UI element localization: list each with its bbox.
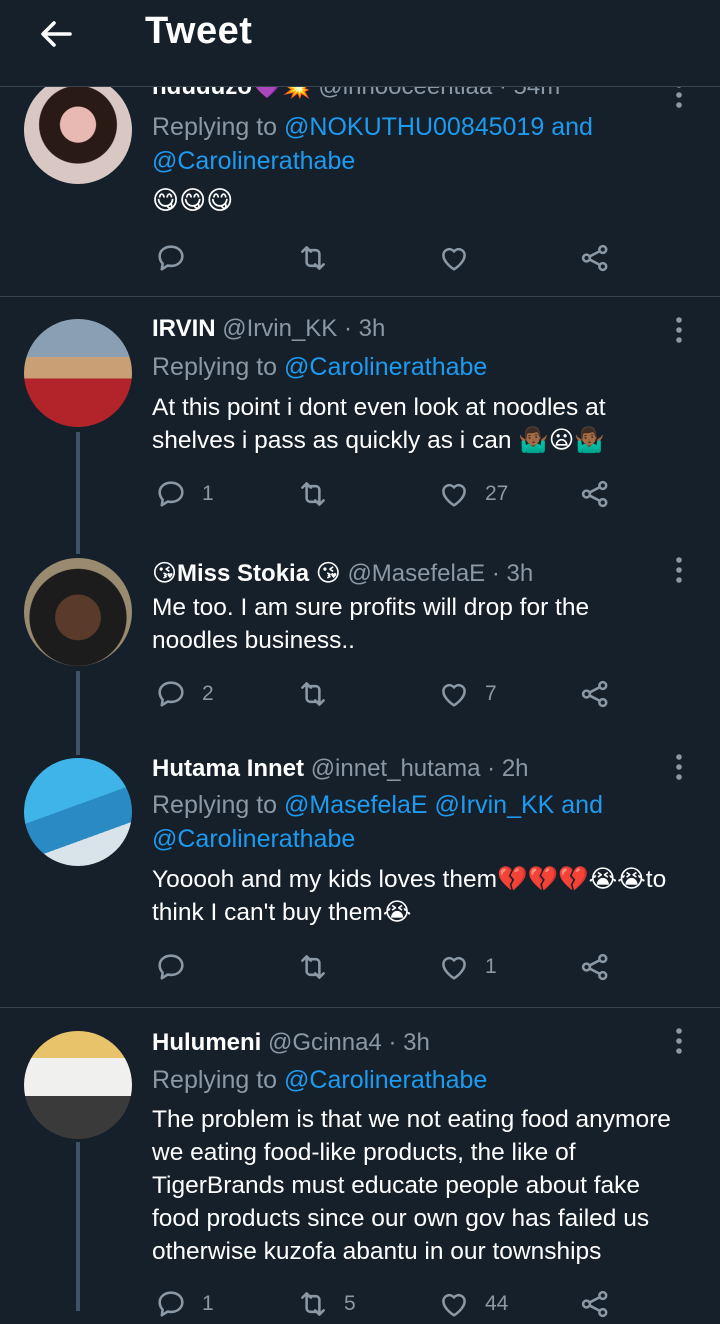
retweet-icon (296, 477, 330, 511)
mention-link[interactable]: @Carolinerathabe (152, 147, 355, 175)
replying-to: Replying to @MasefelaE @Irvin_KK and @Ca… (152, 791, 603, 853)
mention-link[interactable]: @MasefelaE @Irvin_KK and (284, 791, 603, 819)
like-button[interactable]: 44 (437, 1284, 508, 1324)
like-button[interactable] (437, 238, 485, 278)
author-name[interactable]: Hutama Innet (152, 755, 304, 782)
like-icon (437, 950, 471, 984)
retweet-icon (296, 950, 330, 984)
tweet-text: 😋😋😋 (152, 185, 234, 215)
tweet-1[interactable]: IRVIN @Irvin_KK · 3h Replying to @Caroli… (0, 297, 720, 537)
tweet-text: At this point i dont even look at noodle… (152, 394, 606, 454)
tweet-3[interactable]: Hutama Innet @innet_hutama · 2h Replying… (0, 737, 720, 1007)
tweet-text: Yooooh and my kids loves them💔💔💔😭😭to thi… (152, 866, 667, 926)
share-button[interactable] (578, 1284, 612, 1324)
retweet-button[interactable] (296, 238, 344, 278)
mention-link[interactable]: @Carolinerathabe (284, 1066, 487, 1094)
share-icon (578, 950, 612, 984)
page-title: Tweet (145, 10, 253, 52)
mention-link[interactable]: @Carolinerathabe (152, 825, 355, 853)
avatar[interactable] (24, 1031, 132, 1139)
more-icon[interactable] (671, 555, 687, 585)
avatar[interactable] (24, 758, 132, 866)
reply-button[interactable] (154, 947, 202, 987)
tweet-text: Me too. I am sure profits will drop for … (152, 594, 590, 654)
replying-to: Replying to @NOKUTHU00845019 and @Caroli… (152, 113, 593, 175)
like-icon (437, 1287, 471, 1321)
share-button[interactable] (578, 674, 612, 714)
tweet-text: The problem is that we not eating food a… (152, 1106, 671, 1265)
tweet-actions: 1 27 (152, 474, 622, 514)
author-handle[interactable]: @innet_hutama · 2h (311, 755, 529, 782)
like-icon (437, 677, 471, 711)
retweet-button[interactable] (296, 474, 344, 514)
tweet-4[interactable]: Hulumeni @Gcinna4 · 3h Replying to @Caro… (0, 1008, 720, 1311)
retweet-button[interactable] (296, 674, 344, 714)
share-icon (578, 477, 612, 511)
retweet-icon (296, 241, 330, 275)
tweet-actions: 1 (152, 947, 622, 987)
author-handle[interactable]: @Gcinna4 · 3h (268, 1029, 430, 1056)
tweet-actions (152, 238, 622, 278)
share-icon (578, 677, 612, 711)
like-icon (437, 477, 471, 511)
tweet-2[interactable]: 😘Miss Stokia 😘 @MasefelaE · 3h Me too. I… (0, 537, 720, 737)
back-arrow-icon[interactable] (36, 14, 76, 54)
reply-button[interactable] (154, 238, 202, 278)
share-button[interactable] (578, 947, 612, 987)
author-name[interactable]: Hulumeni (152, 1029, 261, 1056)
like-button[interactable]: 1 (437, 947, 497, 987)
like-button[interactable]: 7 (437, 674, 497, 714)
avatar[interactable] (24, 76, 132, 184)
more-icon[interactable] (671, 315, 687, 345)
author-handle[interactable]: @Irvin_KK · 3h (222, 315, 385, 342)
like-icon (437, 241, 471, 275)
reply-button[interactable]: 2 (154, 674, 214, 714)
share-icon (578, 241, 612, 275)
reply-icon (154, 241, 188, 275)
author-handle[interactable]: @MasefelaE · 3h (347, 560, 533, 587)
tweet-author-line: 😘Miss Stokia 😘 @MasefelaE · 3h (152, 559, 533, 588)
avatar[interactable] (24, 319, 132, 427)
tweet-actions: 1 5 44 (152, 1284, 622, 1324)
reply-button[interactable]: 1 (154, 474, 214, 514)
mention-link[interactable]: @NOKUTHU00845019 and (284, 113, 593, 141)
retweet-icon (296, 1287, 330, 1321)
more-icon[interactable] (671, 752, 687, 782)
retweet-icon (296, 677, 330, 711)
author-name[interactable]: IRVIN (152, 315, 216, 342)
reply-icon (154, 477, 188, 511)
tweet-author-line: Hutama Innet @innet_hutama · 2h (152, 755, 529, 783)
replying-to: Replying to @Carolinerathabe (152, 353, 488, 381)
top-app-bar: Tweet (0, 0, 720, 87)
replying-to: Replying to @Carolinerathabe (152, 1066, 488, 1094)
retweet-button[interactable]: 5 (296, 1284, 356, 1324)
share-button[interactable] (578, 474, 612, 514)
retweet-button[interactable] (296, 947, 344, 987)
like-button[interactable]: 27 (437, 474, 508, 514)
avatar[interactable] (24, 558, 132, 666)
reply-icon (154, 950, 188, 984)
mention-link[interactable]: @Carolinerathabe (284, 353, 487, 381)
author-name[interactable]: 😘Miss Stokia 😘 (152, 560, 341, 587)
more-icon[interactable] (671, 1026, 687, 1056)
tweet-author-line: Hulumeni @Gcinna4 · 3h (152, 1029, 430, 1057)
tweet-author-line: IRVIN @Irvin_KK · 3h (152, 315, 385, 343)
tweet-actions: 2 7 (152, 674, 622, 714)
reply-button[interactable]: 1 (154, 1284, 214, 1324)
share-button[interactable] (578, 238, 612, 278)
reply-icon (154, 677, 188, 711)
share-icon (578, 1287, 612, 1321)
reply-icon (154, 1287, 188, 1321)
